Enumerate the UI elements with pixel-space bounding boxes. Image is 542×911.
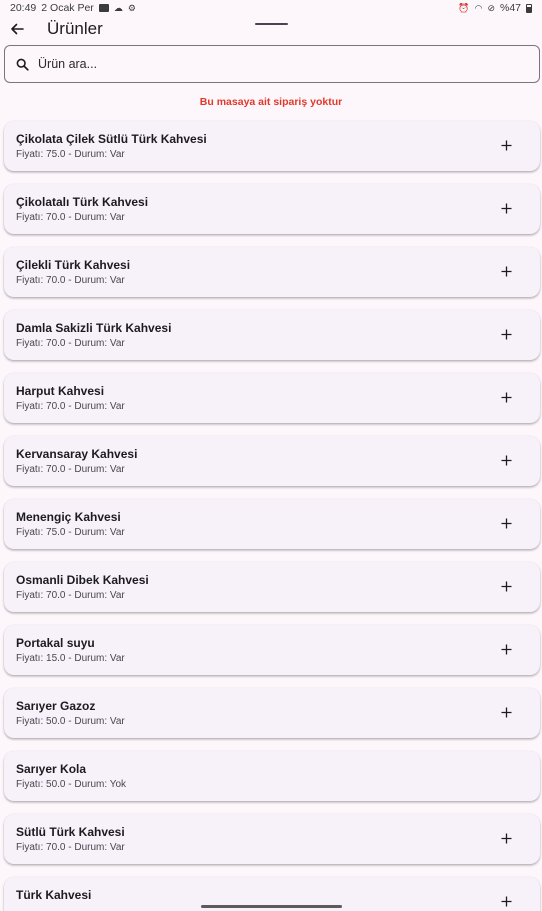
- product-card[interactable]: Kervansaray Kahvesi Fiyatı: 70.0 - Durum:…: [4, 436, 540, 486]
- product-card[interactable]: Sütlü Türk Kahvesi Fiyatı: 70.0 - Durum: …: [4, 814, 540, 864]
- add-product-button[interactable]: [496, 828, 516, 848]
- product-card[interactable]: Harput Kahvesi Fiyatı: 70.0 - Durum: Var: [4, 373, 540, 423]
- product-name: Damla Sakizli Türk Kahvesi: [16, 321, 172, 335]
- product-price-status: Fiyatı: 70.0 - Durum: Var: [16, 275, 125, 286]
- plus-icon: [501, 644, 511, 654]
- product-name: Çilekli Türk Kahvesi: [16, 258, 131, 272]
- product-price-status: Fiyatı: 75.0 - Durum: Var: [16, 527, 125, 538]
- add-product-button[interactable]: [496, 198, 516, 218]
- plus-icon: [501, 518, 511, 528]
- battery-icon: [526, 3, 532, 13]
- back-button[interactable]: [0, 16, 34, 42]
- product-card[interactable]: Menengiç Kahvesi Fiyatı: 75.0 - Durum: Va…: [4, 499, 540, 549]
- plus-icon: [501, 329, 511, 339]
- status-bar: 20:49 2 Ocak Per ☁ ⚙ ⏰ ◠ ⊘ %47: [0, 0, 542, 16]
- product-card[interactable]: Çilekli Türk Kahvesi Fiyatı: 70.0 - Durum…: [4, 247, 540, 297]
- plus-icon: [501, 140, 511, 150]
- cloud-icon: ☁: [113, 3, 123, 13]
- add-product-button[interactable]: [496, 513, 516, 533]
- search-bar[interactable]: [4, 45, 540, 83]
- status-time: 20:49: [10, 2, 37, 14]
- arrow-left-icon: [11, 23, 24, 35]
- product-card[interactable]: Osmanli Dibek Kahvesi Fiyatı: 70.0 - Duru…: [4, 562, 540, 612]
- add-product-button[interactable]: [496, 387, 516, 407]
- settings-icon: ⚙: [127, 3, 136, 13]
- app-screen: 20:49 2 Ocak Per ☁ ⚙ ⏰ ◠ ⊘ %47 Ürünler Ü…: [0, 0, 542, 911]
- plus-icon: [501, 581, 511, 591]
- plus-icon: [501, 896, 511, 906]
- notification-icon: [98, 4, 109, 12]
- product-name: Sarıyer Kola: [16, 762, 87, 776]
- product-name: Menengiç Kahvesi: [16, 510, 121, 524]
- product-price-status: Fiyatı: 50.0 - Durum: Yok: [16, 779, 127, 790]
- product-name: Çikolatalı Türk Kahvesi: [16, 195, 149, 209]
- add-product-button[interactable]: [496, 702, 516, 722]
- product-price-status: Fiyatı: 70.0 - Durum: Var: [16, 338, 125, 349]
- search-input[interactable]: [38, 57, 518, 71]
- empty-orders-message: Bu masaya ait sipariş yoktur: [199, 96, 343, 108]
- product-name: Sarıyer Gazoz: [16, 699, 96, 713]
- battery-level: %47: [499, 2, 521, 14]
- status-bar-left: 20:49 2 Ocak Per ☁ ⚙: [10, 2, 136, 14]
- product-name: Kervansaray Kahvesi: [16, 447, 138, 461]
- add-product-button[interactable]: [496, 450, 516, 470]
- product-price-status: Fiyatı: 15.0 - Durum: Var: [16, 653, 125, 664]
- status-date: 2 Ocak Per: [41, 2, 94, 14]
- product-name: Çikolata Çilek Sütlü Türk Kahvesi: [16, 132, 207, 146]
- product-card[interactable]: Sarıyer Gazoz Fiyatı: 50.0 - Durum: Var: [4, 688, 540, 738]
- add-product-button[interactable]: [496, 261, 516, 281]
- product-price-status: Fiyatı: 75.0 - Durum: Var: [16, 149, 125, 160]
- product-card[interactable]: Portakal suyu Fiyatı: 15.0 - Durum: Var: [4, 625, 540, 675]
- plus-icon: [501, 707, 511, 717]
- product-card[interactable]: Çikolatalı Türk Kahvesi Fiyatı: 70.0 - Du…: [4, 184, 540, 234]
- alarm-icon: ⏰: [458, 3, 470, 13]
- wifi-icon: ◠: [474, 3, 483, 13]
- home-indicator[interactable]: [201, 905, 342, 908]
- product-name: Portakal suyu: [16, 636, 95, 650]
- product-name: Harput Kahvesi: [16, 384, 105, 398]
- product-price-status: Fiyatı: 70.0 - Durum: Var: [16, 464, 125, 475]
- status-bar-right: ⏰ ◠ ⊘ %47: [458, 2, 532, 14]
- do-not-disturb-icon: ⊘: [487, 3, 495, 13]
- plus-icon: [501, 266, 511, 276]
- product-price-status: Fiyatı: 70.0 - Durum: Var: [16, 401, 125, 412]
- add-product-button[interactable]: [496, 324, 516, 344]
- page-title: Ürünler: [47, 19, 103, 38]
- add-product-button[interactable]: [496, 639, 516, 659]
- product-card[interactable]: Çikolata Çilek Sütlü Türk Kahvesi Fiyatı:…: [4, 121, 540, 171]
- product-price-status: Fiyatı: 70.0 - Durum: Var: [16, 212, 125, 223]
- product-name: Sütlü Türk Kahvesi: [16, 825, 125, 839]
- product-price-status: Fiyatı: 50.0 - Durum: Var: [16, 716, 125, 727]
- product-name: Türk Kahvesi: [16, 888, 92, 902]
- product-list: Çikolata Çilek Sütlü Türk Kahvesi Fiyatı:…: [4, 121, 540, 911]
- add-product-button[interactable]: [496, 891, 516, 911]
- app-bar: Ürünler: [0, 16, 542, 42]
- product-price-status: Fiyatı: 70.0 - Durum: Var: [16, 590, 125, 601]
- plus-icon: [501, 833, 511, 843]
- add-product-button[interactable]: [496, 135, 516, 155]
- product-price-status: Fiyatı: 70.0 - Durum: Var: [16, 842, 125, 853]
- product-card[interactable]: Sarıyer Kola Fiyatı: 50.0 - Durum: Yok: [4, 751, 540, 801]
- product-card[interactable]: Damla Sakizli Türk Kahvesi Fiyatı: 70.0 -…: [4, 310, 540, 360]
- plus-icon: [501, 455, 511, 465]
- plus-icon: [501, 392, 511, 402]
- search-icon: [16, 58, 29, 71]
- add-product-button[interactable]: [496, 576, 516, 596]
- product-name: Osmanli Dibek Kahvesi: [16, 573, 149, 587]
- plus-icon: [501, 203, 511, 213]
